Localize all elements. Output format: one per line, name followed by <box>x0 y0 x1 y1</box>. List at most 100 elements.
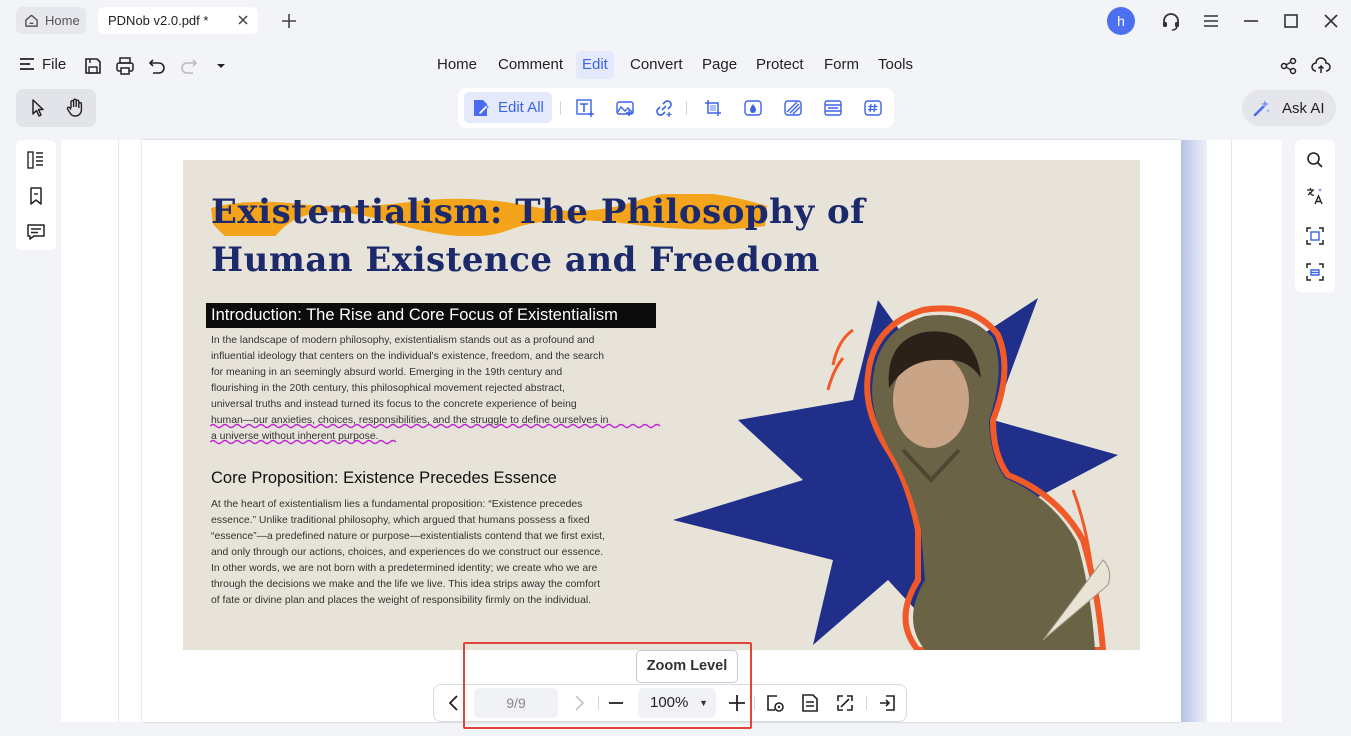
close-icon[interactable] <box>1320 10 1342 32</box>
tab-document-label: PDNob v2.0.pdf * <box>108 13 209 28</box>
left-sidebar <box>16 140 56 250</box>
ask-ai-button[interactable]: Ask AI <box>1242 90 1336 126</box>
menu-page[interactable]: Page <box>696 51 743 79</box>
close-icon[interactable] <box>236 13 250 27</box>
portrait-illustration <box>673 298 1118 650</box>
chevron-left-icon[interactable] <box>444 693 464 713</box>
page-number-input[interactable]: 9/9 <box>474 688 558 718</box>
add-image-icon[interactable] <box>615 98 635 118</box>
maximize-icon[interactable] <box>1280 10 1302 32</box>
text-line: At the heart of existentialism lies a fu… <box>211 499 583 510</box>
edit-toolbar: Edit All Ask AI <box>0 88 1351 130</box>
file-menu-button[interactable]: File <box>18 55 66 73</box>
plus-icon[interactable] <box>278 10 300 32</box>
zoom-level-value: 100% <box>650 694 689 711</box>
edit-tools-bar: Edit All <box>458 88 894 128</box>
redo-icon[interactable] <box>179 56 199 76</box>
support-headset-icon[interactable] <box>1160 10 1182 32</box>
text-line: In other words, we are not born with a p… <box>211 563 598 574</box>
bates-number-icon[interactable] <box>863 98 883 118</box>
cloud-upload-icon[interactable] <box>1311 56 1331 76</box>
zoom-level-select[interactable]: 100% ▼ <box>638 688 716 718</box>
page-margin-line <box>118 140 119 722</box>
bookmark-icon[interactable] <box>26 186 46 206</box>
edit-document-icon <box>474 99 489 116</box>
screenshot-icon[interactable] <box>1305 262 1325 282</box>
background-icon[interactable] <box>783 98 803 118</box>
core-heading: Core Proposition: Existence Precedes Ess… <box>211 469 557 487</box>
toolbar-divider <box>686 101 687 115</box>
menu-tools[interactable]: Tools <box>872 51 919 79</box>
menu-bar: File Home Comment Edit Convert Page Prot… <box>0 46 1351 86</box>
text-line: “essence”—a predefined nature or purpose… <box>211 531 605 542</box>
fit-page-icon[interactable] <box>765 693 785 713</box>
title-bar: Home PDNob v2.0.pdf * h <box>0 0 1351 42</box>
translate-icon[interactable] <box>1305 186 1325 206</box>
edit-all-button[interactable]: Edit All <box>464 92 552 123</box>
squiggly-underline-annotation <box>210 423 660 445</box>
tab-home-label: Home <box>45 13 80 28</box>
tab-document[interactable]: PDNob v2.0.pdf * <box>98 7 258 34</box>
chevron-down-icon: ▼ <box>699 698 708 708</box>
avatar[interactable]: h <box>1107 7 1135 35</box>
print-icon[interactable] <box>115 56 135 76</box>
tab-home[interactable]: Home <box>16 7 86 34</box>
page-navigation-bar: 9/9 100% ▼ <box>433 684 907 722</box>
minimize-icon[interactable] <box>1240 10 1262 32</box>
header-footer-icon[interactable] <box>823 98 843 118</box>
hamburger-icon <box>20 58 34 70</box>
comments-icon[interactable] <box>26 222 46 242</box>
title-line-2: Human Existence and Freedom <box>211 240 820 280</box>
nav-divider <box>866 696 867 710</box>
chevron-right-icon[interactable] <box>569 693 589 713</box>
menu-convert[interactable]: Convert <box>624 51 689 79</box>
add-link-icon[interactable] <box>654 98 674 118</box>
toolbar-divider <box>560 101 561 115</box>
title-line-1: Existentialism: The Philosophy of <box>211 192 866 232</box>
menu-edit[interactable]: Edit <box>576 51 614 79</box>
menu-protect[interactable]: Protect <box>750 51 810 79</box>
plus-icon[interactable] <box>727 693 747 713</box>
thumbnails-icon[interactable] <box>26 150 46 170</box>
nav-divider <box>754 696 755 710</box>
crop-icon[interactable] <box>703 98 723 118</box>
page-shadow <box>1181 140 1207 722</box>
hand-pan-icon[interactable] <box>64 97 86 119</box>
undo-icon[interactable] <box>147 56 167 76</box>
minus-icon[interactable] <box>606 693 626 713</box>
nav-divider <box>598 696 599 710</box>
menu-comment[interactable]: Comment <box>492 51 569 79</box>
right-sidebar <box>1295 140 1335 292</box>
text-line: universal truths and instead turned its … <box>211 399 577 410</box>
share-icon[interactable] <box>1279 56 1299 76</box>
intro-heading: Introduction: The Rise and Core Focus of… <box>206 303 656 328</box>
document-title: Existentialism: The Philosophy of Human … <box>211 188 1031 284</box>
text-line: of fate or divine plan and places the we… <box>211 595 592 606</box>
single-page-icon[interactable] <box>800 693 820 713</box>
text-line: In the landscape of modern philosophy, e… <box>211 335 595 346</box>
ocr-icon[interactable] <box>1305 226 1325 246</box>
save-icon[interactable] <box>83 56 103 76</box>
text-line: and only through our actions, choices, a… <box>211 547 604 558</box>
search-icon[interactable] <box>1305 150 1325 170</box>
fullscreen-icon[interactable] <box>835 693 855 713</box>
edit-all-label: Edit All <box>498 99 544 116</box>
file-label: File <box>42 55 67 73</box>
menu-form[interactable]: Form <box>818 51 865 79</box>
ask-ai-label: Ask AI <box>1282 99 1325 117</box>
select-cursor-icon[interactable] <box>27 97 49 119</box>
text-line: flourishing in the 20th century, this ph… <box>211 383 565 394</box>
menu-home[interactable]: Home <box>431 51 483 79</box>
mode-toggle-group <box>16 89 96 127</box>
core-paragraph: At the heart of existentialism lies a fu… <box>211 497 661 609</box>
hamburger-menu-icon[interactable] <box>1200 10 1222 32</box>
text-line: for meaning in an seemingly absurd world… <box>211 367 563 378</box>
home-icon <box>25 14 38 27</box>
text-line: essence.” Unlike traditional philosophy,… <box>211 515 590 526</box>
watermark-icon[interactable] <box>743 98 763 118</box>
dropdown-caret-icon[interactable] <box>211 56 231 76</box>
ai-sparkle-icon <box>1253 100 1270 117</box>
zoom-level-tooltip: Zoom Level <box>636 650 738 683</box>
exit-icon[interactable] <box>877 693 897 713</box>
add-text-icon[interactable] <box>575 98 595 118</box>
